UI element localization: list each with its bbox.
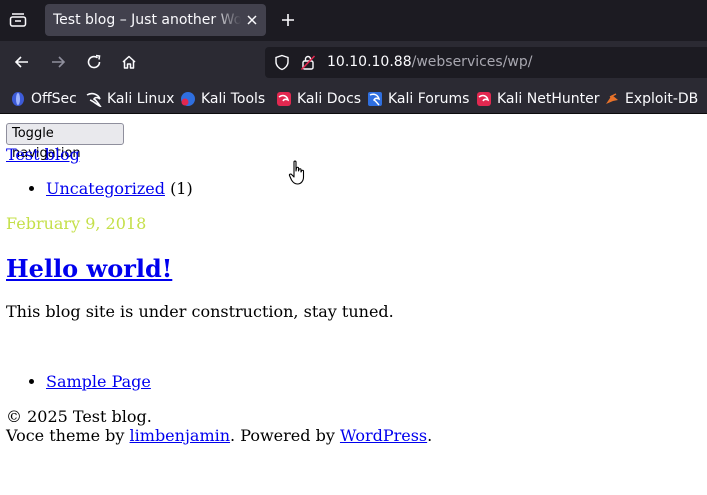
category-count: (1) xyxy=(170,179,193,198)
bookmark-label: Exploit-DB xyxy=(625,90,699,107)
bookmark-kali-docs[interactable]: Kali Docs xyxy=(276,89,361,108)
forward-button[interactable] xyxy=(48,52,68,72)
kali-tools-icon xyxy=(181,91,195,106)
home-icon xyxy=(122,55,136,69)
copyright-text: © 2025 Test blog. xyxy=(6,407,152,426)
post-title-link[interactable]: Hello world! xyxy=(6,254,172,283)
bookmark-label: Kali Docs xyxy=(297,90,362,107)
wordpress-link[interactable]: WordPress xyxy=(340,426,427,445)
credits-prefix: Voce theme by xyxy=(6,426,130,445)
footer-menu: Sample Page xyxy=(6,372,151,392)
category-link-uncategorized[interactable]: Uncategorized xyxy=(46,179,165,198)
close-icon xyxy=(247,15,257,25)
category-list: Uncategorized (1) xyxy=(6,179,193,199)
tab-list-icon xyxy=(9,13,27,27)
kali-forums-icon xyxy=(368,91,382,106)
sample-page-link[interactable]: Sample Page xyxy=(46,372,151,391)
bookmark-offsec[interactable]: OffSec xyxy=(10,89,77,108)
hand-pointer-cursor-icon xyxy=(288,160,305,185)
url-path: /webservices/wp/ xyxy=(411,54,533,70)
tab-active[interactable]: Test blog – Just another WordPress site xyxy=(45,4,266,36)
site-title-link[interactable]: Test blog xyxy=(6,145,80,165)
list-all-tabs-button[interactable] xyxy=(7,10,29,30)
home-button[interactable] xyxy=(119,52,139,72)
bookmark-kali-forums[interactable]: Kali Forums xyxy=(367,89,469,108)
post-date: February 9, 2018 xyxy=(6,214,147,233)
bookmark-label: Kali Linux xyxy=(107,90,175,107)
exploit-db-icon xyxy=(606,92,618,104)
bookmarks-toolbar: OffSec Kali Linux Kali Tools Kali Docs K… xyxy=(0,84,707,114)
navigation-toolbar: 10.10.10.88/webservices/wp/ xyxy=(0,41,707,84)
bookmark-label: Kali Forums xyxy=(388,90,470,107)
theme-credits: Voce theme by limbenjamin. Powered by Wo… xyxy=(6,426,432,446)
bookmark-kali-tools[interactable]: Kali Tools xyxy=(180,89,265,108)
footer-menu-item: Sample Page xyxy=(46,372,151,392)
tab-strip: Test blog – Just another WordPress site xyxy=(0,0,707,41)
back-button[interactable] xyxy=(12,52,32,72)
back-arrow-icon xyxy=(14,56,28,68)
bookmark-exploit-db[interactable]: Exploit-DB xyxy=(604,89,698,108)
new-tab-button[interactable] xyxy=(278,10,298,30)
tab-title: Test blog – Just another WordPress site xyxy=(53,12,241,28)
url-host: 10.10.10.88 xyxy=(327,54,412,70)
credits-suffix: . xyxy=(427,426,433,445)
kali-docs-icon xyxy=(277,91,291,106)
credits-middle: . Powered by xyxy=(230,426,340,445)
tracking-protection-shield-icon[interactable] xyxy=(274,54,290,75)
bookmark-label: Kali NetHunter xyxy=(497,90,600,107)
reload-button[interactable] xyxy=(84,52,104,72)
offsec-icon xyxy=(12,91,24,106)
bookmark-label: OffSec xyxy=(31,90,77,107)
address-bar[interactable]: 10.10.10.88/webservices/wp/ xyxy=(265,47,707,78)
url-text: 10.10.10.88/webservices/wp/ xyxy=(327,54,533,70)
toggle-navigation-button[interactable]: Toggle navigation xyxy=(6,123,124,161)
insecure-lock-icon[interactable] xyxy=(300,54,316,75)
plus-icon xyxy=(282,14,294,26)
post-title: Hello world! xyxy=(6,254,172,284)
bookmark-kali-nethunter[interactable]: Kali NetHunter xyxy=(476,89,599,108)
post-body: This blog site is under construction, st… xyxy=(6,302,394,321)
forward-arrow-icon xyxy=(52,56,66,68)
kali-dragon-icon xyxy=(86,92,102,107)
tab-close-button[interactable] xyxy=(244,12,260,28)
page-content: Toggle navigation Test blog Uncategorize… xyxy=(0,114,707,495)
kali-nethunter-icon xyxy=(477,91,491,106)
reload-icon xyxy=(87,54,101,69)
category-item: Uncategorized (1) xyxy=(46,179,193,199)
bookmark-kali-linux[interactable]: Kali Linux xyxy=(86,89,174,108)
bookmark-label: Kali Tools xyxy=(201,90,266,107)
theme-author-link[interactable]: limbenjamin xyxy=(130,426,231,445)
